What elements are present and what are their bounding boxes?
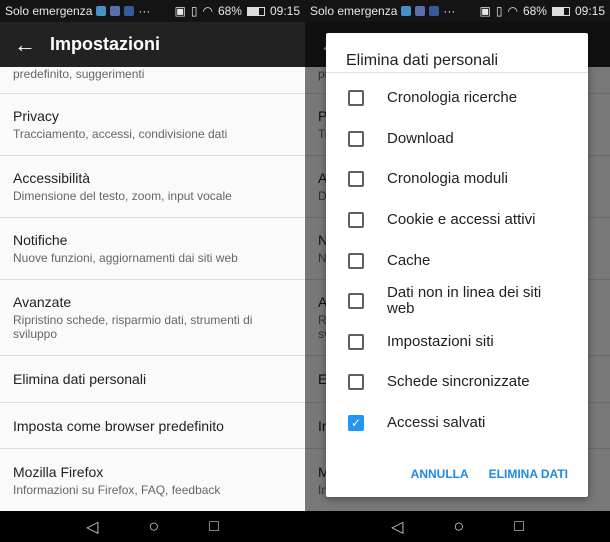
checkbox[interactable]: ✓	[348, 415, 364, 432]
dialog-option[interactable]: ✓ Accessi salvati	[326, 403, 588, 444]
option-label: Cronologia moduli	[387, 170, 508, 188]
item-title: Accessibilità	[13, 170, 91, 186]
facebook-icon	[429, 6, 440, 16]
checkbox[interactable]	[348, 252, 364, 269]
settings-item-privacy[interactable]: Privacy Tracciamento, accessi, condivisio…	[0, 94, 305, 156]
option-label: Impostazioni siti	[387, 332, 494, 350]
option-label: Accessi salvati	[387, 414, 486, 432]
option-label: Cache	[387, 251, 431, 269]
option-label: Schede sincronizzate	[387, 373, 530, 391]
dialog-option[interactable]: Impostazioni siti	[326, 322, 588, 363]
back-nav-icon[interactable]: ◁	[86, 517, 98, 537]
checkbox[interactable]	[348, 333, 364, 350]
option-label: Cookie e accessi attivi	[387, 211, 536, 229]
dialog-option[interactable]: Dati non in linea dei siti web	[326, 281, 588, 322]
cancel-button[interactable]: ANNULLA	[411, 467, 469, 481]
clear-data-dialog: Elimina dati personali Cronologia ricerc…	[326, 33, 588, 497]
clock: 09:15	[574, 4, 605, 18]
option-label: Cronologia ricerche	[387, 89, 518, 107]
item-title: Notifiche	[13, 232, 68, 248]
nfc-icon: ▣	[479, 4, 491, 18]
battery-icon	[246, 6, 265, 16]
checkbox[interactable]	[348, 374, 364, 391]
battery-icon	[551, 6, 570, 16]
battery-percent: 68%	[522, 4, 547, 18]
more-notifications: ···	[138, 4, 151, 18]
nfc-icon: ▣	[174, 4, 186, 18]
home-icon[interactable]: ○	[453, 516, 464, 537]
notification-icon	[110, 6, 121, 16]
item-title: Privacy	[13, 108, 59, 124]
settings-item-default-browser[interactable]: Imposta come browser predefinito	[0, 403, 305, 449]
carrier-text: Solo emergenza	[5, 4, 93, 18]
option-label: Dati non in linea dei siti web	[387, 284, 542, 318]
dialog-option[interactable]: Cronologia moduli	[326, 159, 588, 200]
item-subtitle: Informazioni su Firefox, FAQ, feedback	[13, 482, 221, 497]
recents-icon[interactable]: □	[209, 518, 219, 536]
dialog-option[interactable]: Cookie e accessi attivi	[326, 200, 588, 241]
clear-data-button[interactable]: ELIMINA DATI	[489, 467, 568, 481]
settings-screen-with-dialog: Solo emergenza ··· ▣▯◠ 68% 09:15 ← Impos…	[305, 0, 610, 511]
item-subtitle: Ripristino schede, risparmio dati, strum…	[13, 313, 253, 341]
settings-item-advanced[interactable]: Avanzate Ripristino schede, risparmio dat…	[0, 280, 305, 356]
dialog-option[interactable]: Download	[326, 119, 588, 160]
notification-icon	[96, 6, 107, 16]
facebook-icon	[124, 6, 135, 16]
item-title: Elimina dati personali	[13, 371, 147, 387]
notification-icon	[415, 6, 426, 16]
settings-item-notifications[interactable]: Notifiche Nuove funzioni, aggiornamenti d…	[0, 218, 305, 280]
checkbox[interactable]	[348, 212, 364, 229]
dialog-option[interactable]: Schede sincronizzate	[326, 362, 588, 403]
app-bar: ← Impostazioni	[0, 22, 305, 67]
settings-item-accessibility[interactable]: Accessibilità Dimensione del testo, zoom,…	[0, 156, 305, 218]
checkbox[interactable]	[348, 90, 364, 107]
item-title: Mozilla Firefox	[13, 463, 104, 480]
dialog-title: Elimina dati personali	[326, 33, 588, 73]
notification-icon	[401, 6, 412, 16]
vibrate-icon: ▯	[495, 4, 503, 18]
item-subtitle: Dimensione del testo, zoom, input vocale	[13, 189, 232, 203]
recents-icon[interactable]: □	[514, 518, 524, 536]
back-arrow-icon[interactable]: ←	[0, 32, 50, 58]
checkbox[interactable]	[348, 130, 364, 147]
settings-item-clear-data[interactable]: Elimina dati personali	[0, 356, 305, 403]
page-title: Impostazioni	[50, 34, 161, 54]
item-title: Avanzate	[13, 294, 72, 310]
wifi-icon: ◠	[202, 4, 213, 18]
checkbox[interactable]	[348, 293, 364, 310]
clock: 09:15	[269, 4, 300, 18]
more-notifications: ···	[443, 4, 456, 18]
dialog-option[interactable]: Cache	[326, 240, 588, 281]
checkbox[interactable]	[348, 171, 364, 188]
vibrate-icon: ▯	[190, 4, 198, 18]
item-title: Imposta come browser predefinito	[13, 417, 224, 434]
settings-item-firefox[interactable]: Mozilla Firefox Informazioni su Firefox, …	[0, 449, 305, 511]
carrier-text: Solo emergenza	[310, 4, 398, 18]
battery-percent: 68%	[217, 4, 242, 18]
dialog-option[interactable]: Cronologia ricerche	[326, 78, 588, 119]
status-bar: Solo emergenza ··· ▣ ▯ ◠ 68% 09:15	[305, 0, 610, 22]
wifi-icon: ◠	[507, 4, 518, 18]
settings-screen: Solo emergenza ··· ▣ ▯ ◠ 68% 09:15 ← Impos…	[0, 0, 305, 511]
status-bar: Solo emergenza ··· ▣ ▯ ◠ 68% 09:15	[0, 0, 305, 22]
settings-list: predefinito, suggerimenti Privacy Traccia…	[0, 67, 305, 511]
back-nav-icon[interactable]: ◁	[391, 517, 403, 537]
item-subtitle: Tracciamento, accessi, condivisione dati	[13, 127, 228, 141]
option-label: Download	[387, 129, 454, 147]
item-subtitle: Nuove funzioni, aggiornamenti dai siti w…	[13, 251, 238, 265]
settings-item-subtitle: predefinito, suggerimenti	[0, 67, 305, 94]
home-icon[interactable]: ○	[148, 516, 159, 537]
navigation-bar: ◁ ○ □ ◁ ○ □	[0, 511, 610, 542]
